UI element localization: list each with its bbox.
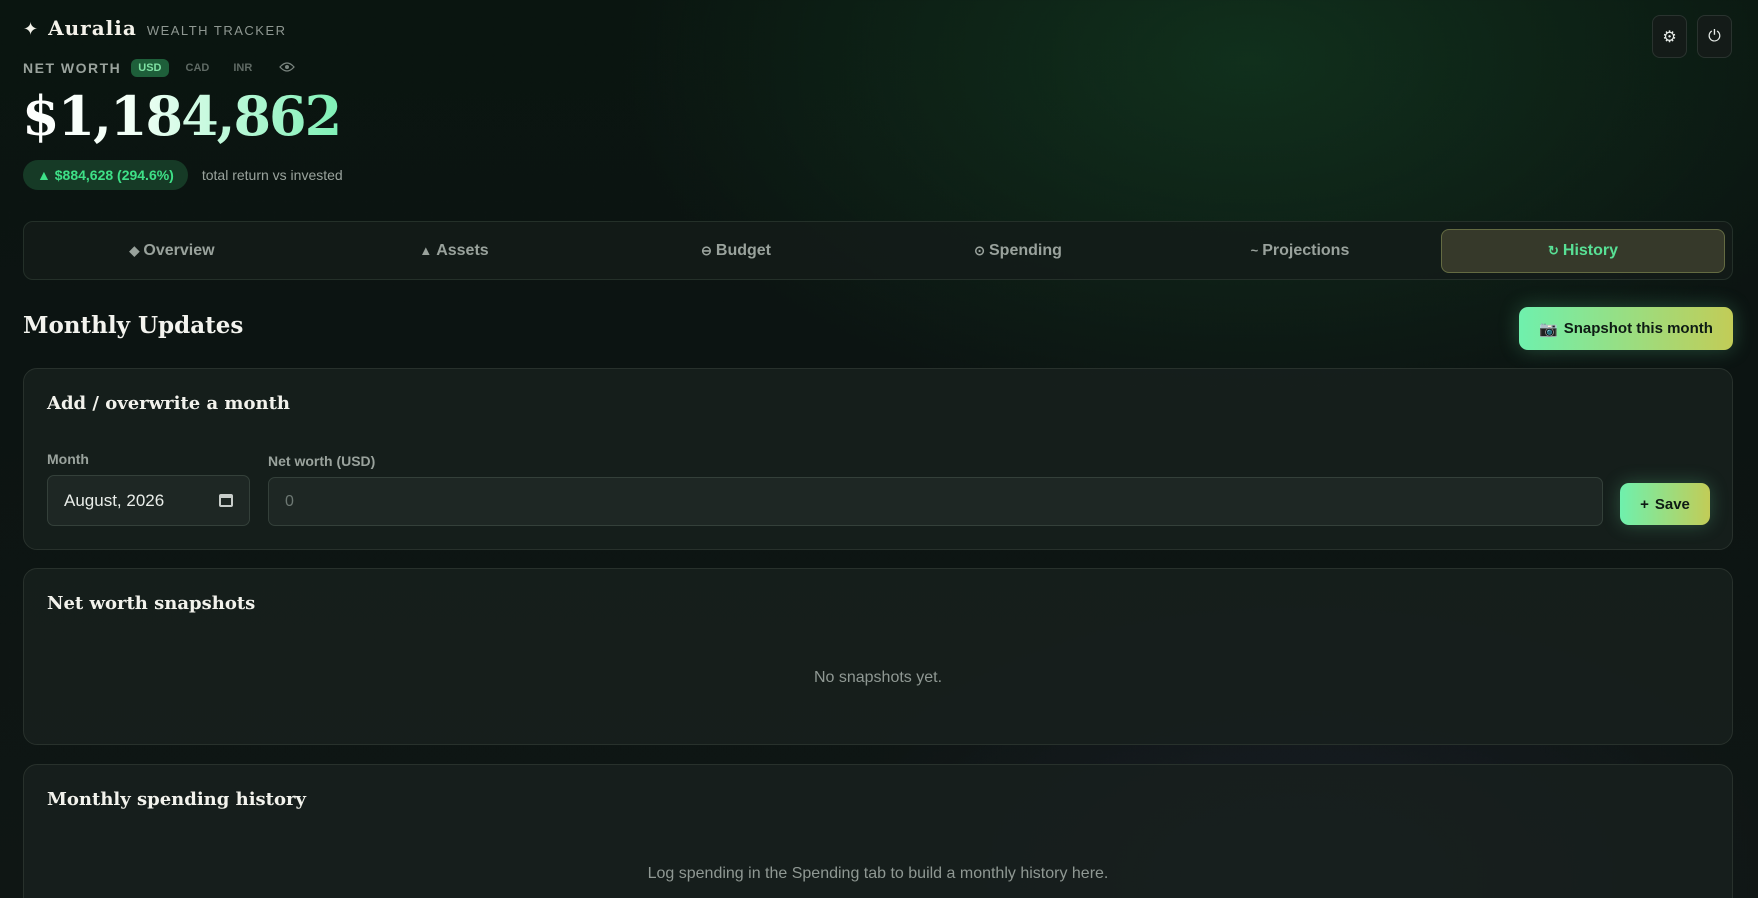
brand-name: Auralia [48,16,137,40]
tab-label: Overview [143,241,215,259]
settings-button[interactable]: ⚙ [1652,15,1687,58]
tab-budget[interactable]: ⊖ Budget [595,229,877,273]
snapshot-button[interactable]: 📷 Snapshot this month [1519,307,1733,350]
diamond-icon: ◆ [129,242,140,258]
brand-subtitle: WEALTH TRACKER [146,23,287,38]
return-row: ▲ $884,628 (294.6%) total return vs inve… [23,160,343,190]
eye-icon[interactable] [279,61,296,76]
tab-label: History [1562,241,1619,259]
refresh-icon: ↻ [1547,242,1559,258]
tab-history[interactable]: ↻ History [1441,228,1725,273]
net-worth-label: NET WORTH [23,60,122,76]
camera-icon: 📷 [1539,320,1558,338]
calendar-icon[interactable] [219,494,233,507]
plus-icon: + [1640,495,1649,513]
wave-icon: ~ [1250,243,1259,258]
month-value: August, 2026 [64,490,165,510]
save-button[interactable]: + Save [1620,483,1710,525]
card-title: Net worth snapshots [47,593,256,614]
brand: ✦ Auralia WEALTH TRACKER [23,16,287,40]
snapshots-card: Net worth snapshots No snapshots yet. [23,568,1733,745]
spending-history-card: Monthly spending history Log spending in… [23,764,1733,898]
circle-minus-icon: ⊖ [700,242,712,258]
month-picker[interactable]: August, 2026 [47,475,250,526]
tab-label: Projections [1262,241,1350,259]
currency-usd[interactable]: USD [131,59,169,77]
tab-overview[interactable]: ◆ Overview [31,229,313,273]
net-worth-header: NET WORTH USD CAD INR [23,59,296,77]
tab-spending[interactable]: ⊙ Spending [877,229,1159,273]
logout-button[interactable]: ⏻ [1697,15,1732,58]
tab-bar: ◆ Overview ▲ Assets ⊖ Budget ⊙ Spending … [23,221,1733,280]
circle-dot-icon: ⊙ [974,242,985,258]
empty-message: Log spending in the Spending tab to buil… [647,865,1109,882]
sparkle-icon: ✦ [23,19,39,39]
triangle-icon: ▲ [419,243,433,258]
tab-projections[interactable]: ~ Projections [1159,229,1441,273]
card-title: Monthly spending history [47,789,306,810]
return-note: total return vs invested [201,167,343,183]
gear-icon: ⚙ [1662,28,1677,46]
tab-assets[interactable]: ▲ Assets [313,229,595,273]
add-month-card: Add / overwrite a month Month August, 20… [23,368,1733,550]
networth-placeholder: 0 [285,492,294,510]
month-label: Month [47,451,89,467]
save-label: Save [1654,495,1690,513]
page-title: Monthly Updates [23,312,244,339]
currency-cad[interactable]: CAD [179,59,217,77]
tab-label: Budget [715,241,771,259]
snapshot-label: Snapshot this month [1563,320,1713,337]
empty-message: No snapshots yet. [813,669,943,686]
net-worth-value: $1,184,862 [22,84,342,148]
currency-inr[interactable]: INR [226,59,259,77]
networth-label: Net worth (USD) [268,453,376,469]
return-badge: ▲ $884,628 (294.6%) [23,160,188,190]
networth-input[interactable]: 0 [268,477,1603,526]
tab-label: Spending [989,241,1062,259]
card-title: Add / overwrite a month [47,393,290,414]
power-icon: ⏻ [1708,27,1721,45]
tab-label: Assets [436,241,489,259]
